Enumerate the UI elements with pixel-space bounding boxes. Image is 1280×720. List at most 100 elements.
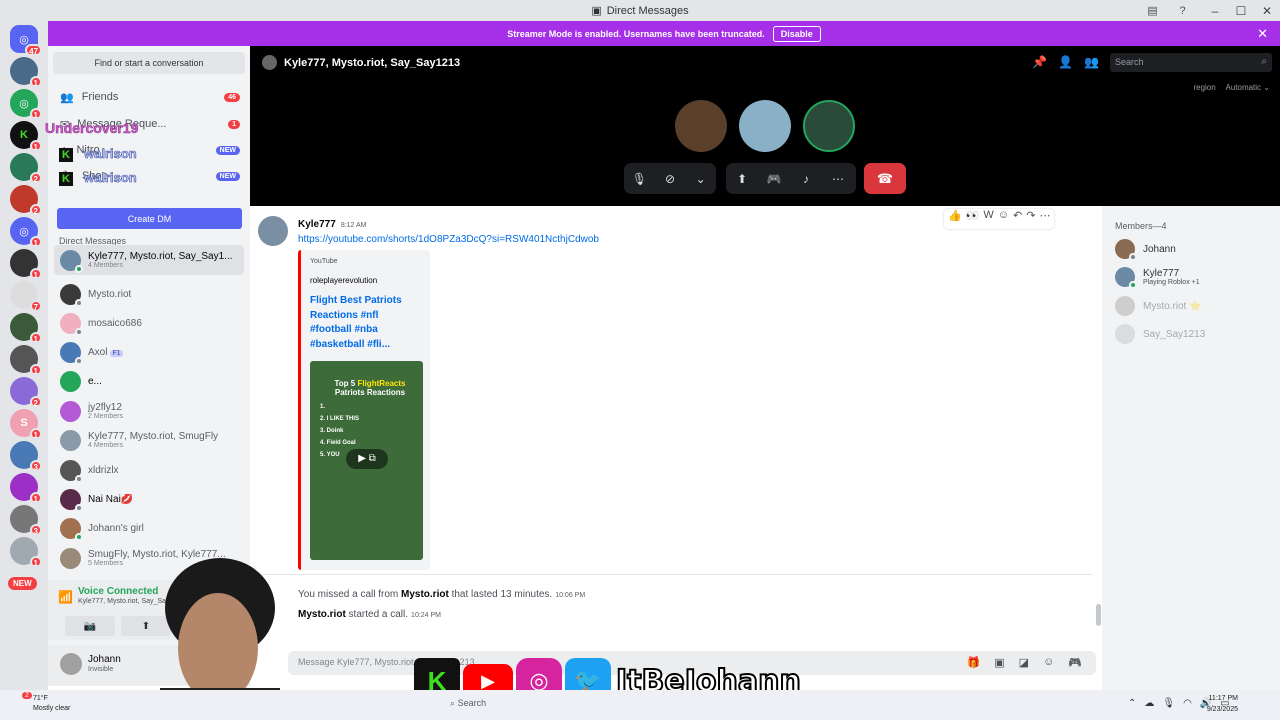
region-selector[interactable]: region Automatic ⌄ (1193, 83, 1270, 92)
home-button[interactable]: ◎ 47 (10, 25, 42, 56)
embed-author[interactable]: roleplayerevolution (310, 276, 377, 285)
unread-badge: 1 (29, 236, 42, 248)
minimize-button[interactable]: – (1202, 4, 1228, 18)
activity-icon[interactable]: 🎮 (758, 172, 790, 186)
message-link[interactable]: https://youtube.com/shorts/1dO8PZa3DcQ?s… (298, 234, 599, 245)
disable-button[interactable]: Disable (772, 25, 821, 42)
more-icon[interactable]: ⋯ (822, 172, 854, 186)
soundboard-icon[interactable]: ♪ (790, 172, 822, 186)
avatar (60, 517, 83, 541)
reply-icon[interactable]: ↶ (1013, 209, 1022, 229)
close-button[interactable]: ✕ (1254, 4, 1280, 18)
call-area: Kyle777, Mysto.riot, Say_Say1213 📌 👤 👥 S… (250, 46, 1280, 206)
server-icon[interactable]: ◎ 1 (10, 89, 42, 120)
create-dm-button[interactable]: Create DM (57, 208, 242, 229)
search-icon: ⌕ (1261, 56, 1267, 67)
emoji-icon[interactable]: ☺ (1043, 656, 1054, 669)
member-item[interactable]: Say_Say1213 (1115, 324, 1205, 344)
cloud-icon[interactable]: ☁ (1144, 698, 1154, 709)
disconnect-button[interactable]: ☎ (864, 163, 906, 194)
weather-widget[interactable]: 71°F Mostly clear (33, 694, 70, 714)
friends-icon: 👥 (60, 91, 74, 104)
dm-item[interactable]: Kyle777, Mysto.riot, Say_Say1... 4 Member… (54, 245, 244, 275)
dm-item[interactable]: jy2fly12 2 Members (54, 396, 244, 426)
server-icon[interactable]: 1 (10, 249, 42, 280)
member-item[interactable]: Johann (1115, 239, 1176, 261)
status-indicator (75, 503, 83, 512)
video-thumbnail[interactable]: Top 5 FlightReacts Patriots Reactions 1.… (310, 361, 423, 560)
dm-item[interactable]: e... (54, 366, 244, 396)
server-icon[interactable]: 1 (10, 345, 42, 376)
participant-avatar[interactable] (803, 100, 855, 152)
server-icon[interactable]: 1 (10, 537, 42, 568)
reaction-icon[interactable]: W (983, 209, 993, 229)
server-icon[interactable]: 7 (10, 281, 42, 312)
server-icon[interactable]: 1 (10, 57, 42, 88)
help-icon[interactable]: ? (1175, 3, 1190, 18)
find-conversation-button[interactable]: Find or start a conversation (53, 52, 245, 74)
forward-icon[interactable]: ↷ (1026, 209, 1035, 229)
dm-item[interactable]: mosaico686 (54, 308, 244, 338)
more-icon[interactable]: ⋯ (1039, 209, 1050, 229)
server-icon[interactable]: 1 (10, 473, 42, 504)
participant-avatar[interactable] (739, 100, 791, 152)
clock[interactable]: 11:17 PM 9/23/2025 (1207, 693, 1238, 715)
add-reaction-icon[interactable]: ☺ (998, 209, 1009, 229)
sticker-icon[interactable]: ◪ (1019, 656, 1029, 669)
participant-avatar[interactable] (675, 100, 727, 152)
message-author[interactable]: Kyle777 8:12 AM (298, 219, 367, 230)
avatar[interactable] (60, 653, 82, 675)
server-icon[interactable]: 1 (10, 313, 42, 344)
eyes-icon[interactable]: 👀 (966, 209, 980, 229)
dm-item[interactable]: Axol F1 (54, 337, 244, 367)
avatar (60, 370, 81, 392)
gift-icon[interactable]: 🎁 (967, 656, 981, 669)
message-toolbar: 👍 👀 W ☺ ↶ ↷ ⋯ (944, 209, 1055, 229)
friends-item[interactable]: 👥 Friends 46 (60, 86, 240, 108)
microphone-icon[interactable]: 🎙 (624, 172, 655, 186)
call-title: Kyle777, Mysto.riot, Say_Say1213 (284, 57, 461, 69)
pin-icon[interactable]: 📌 (1032, 55, 1047, 69)
play-icon[interactable]: ▶ ⧉ (346, 449, 388, 469)
camera-off-icon[interactable]: ⊘ (655, 172, 686, 186)
server-icon[interactable]: K1 (10, 121, 42, 152)
server-icon[interactable]: ◎ 1 (10, 217, 42, 248)
server-icon[interactable]: 2 (10, 185, 42, 216)
wifi-icon[interactable]: ◠ (1183, 698, 1192, 709)
inbox-icon[interactable]: ▤ (1145, 3, 1160, 18)
member-item[interactable]: Mysto.riot ⭐ (1115, 296, 1202, 316)
gif-icon[interactable]: ▣ (994, 656, 1004, 669)
user-status: Invisible (88, 666, 114, 673)
mic-icon[interactable]: 🎙 (1162, 698, 1175, 709)
server-icon[interactable]: 3 (10, 505, 42, 536)
add-friends-icon[interactable]: 👤 (1058, 55, 1073, 69)
dm-item[interactable]: Johann's girl (54, 513, 244, 543)
member-item[interactable]: Kyle777 Playing Roblox +1 (1115, 267, 1200, 289)
server-icon[interactable]: 3 (10, 441, 42, 472)
window-title: ▣ Direct Messages (591, 4, 689, 18)
chevron-up-icon[interactable]: ⌃ (1128, 698, 1136, 709)
avatar[interactable] (258, 216, 288, 246)
dm-item[interactable]: Mysto.riot (54, 279, 244, 309)
server-icon[interactable]: 2 (10, 377, 42, 408)
scrollbar[interactable] (1096, 604, 1101, 626)
avatar (1115, 296, 1135, 316)
server-icon[interactable]: 2 (10, 153, 42, 184)
camera-button[interactable]: 📷 (65, 616, 115, 636)
search-input[interactable]: Search ⌕ (1110, 53, 1272, 72)
taskbar-search[interactable]: ⌕ Search (450, 698, 486, 709)
maximize-button[interactable]: ☐ (1228, 4, 1254, 18)
thumbs-up-icon[interactable]: 👍 (948, 209, 962, 229)
server-icon[interactable]: S1 (10, 409, 42, 440)
chevron-down-icon[interactable]: ⌄ (685, 172, 716, 186)
new-servers-pill[interactable]: NEW (8, 577, 37, 590)
unread-badge: 1 (29, 556, 42, 568)
dm-item[interactable]: xldrizlx (54, 455, 244, 485)
embed-title[interactable]: Flight Best Patriots Reactions #nfl #foo… (310, 294, 422, 352)
screenshare-icon[interactable]: ⬆ (726, 172, 758, 186)
close-icon[interactable]: ✕ (1257, 26, 1268, 42)
member-list-icon[interactable]: 👥 (1084, 55, 1099, 69)
dm-item[interactable]: Kyle777, Mysto.riot, SmugFly 4 Members (54, 425, 244, 455)
dm-item[interactable]: Nai Nai💋 (54, 484, 244, 514)
apps-icon[interactable]: 🎮 (1068, 656, 1082, 669)
